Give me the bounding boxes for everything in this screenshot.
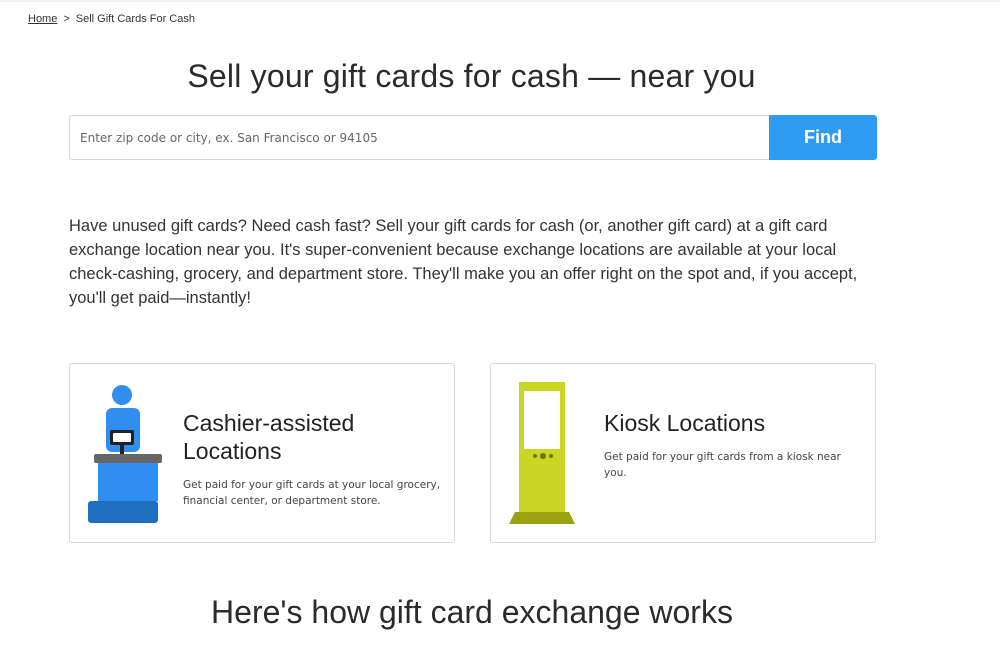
page-title: Sell your gift cards for cash — near you bbox=[187, 58, 756, 94]
intro-paragraph: Have unused gift cards? Need cash fast? … bbox=[69, 217, 858, 307]
cashier-card-text: Cashier-assisted Locations Get paid for … bbox=[183, 409, 443, 509]
location-search-input[interactable] bbox=[69, 115, 769, 160]
breadcrumb-separator: > bbox=[63, 13, 70, 25]
cashier-card-title: Cashier-assisted Locations bbox=[183, 410, 355, 464]
breadcrumb-current: Sell Gift Cards For Cash bbox=[75, 13, 195, 25]
find-button[interactable]: Find bbox=[769, 115, 877, 160]
kiosk-card-description: Get paid for your gift cards from a kios… bbox=[604, 451, 841, 479]
breadcrumb-home-link[interactable]: Home bbox=[28, 13, 57, 25]
cashier-card-description: Get paid for your gift cards at your loc… bbox=[183, 479, 441, 507]
top-divider bbox=[0, 0, 1000, 2]
breadcrumb: Home > Sell Gift Cards For Cash bbox=[28, 13, 195, 25]
cashier-icon bbox=[80, 378, 170, 528]
kiosk-icon bbox=[501, 378, 591, 528]
how-it-works-title: Here's how gift card exchange works bbox=[211, 594, 733, 630]
cashier-locations-card[interactable]: Cashier-assisted Locations Get paid for … bbox=[69, 363, 455, 543]
location-search-form: Find bbox=[69, 115, 877, 160]
kiosk-card-title: Kiosk Locations bbox=[604, 410, 766, 436]
kiosk-locations-card[interactable]: Kiosk Locations Get paid for your gift c… bbox=[490, 363, 876, 543]
kiosk-card-text: Kiosk Locations Get paid for your gift c… bbox=[604, 409, 864, 481]
